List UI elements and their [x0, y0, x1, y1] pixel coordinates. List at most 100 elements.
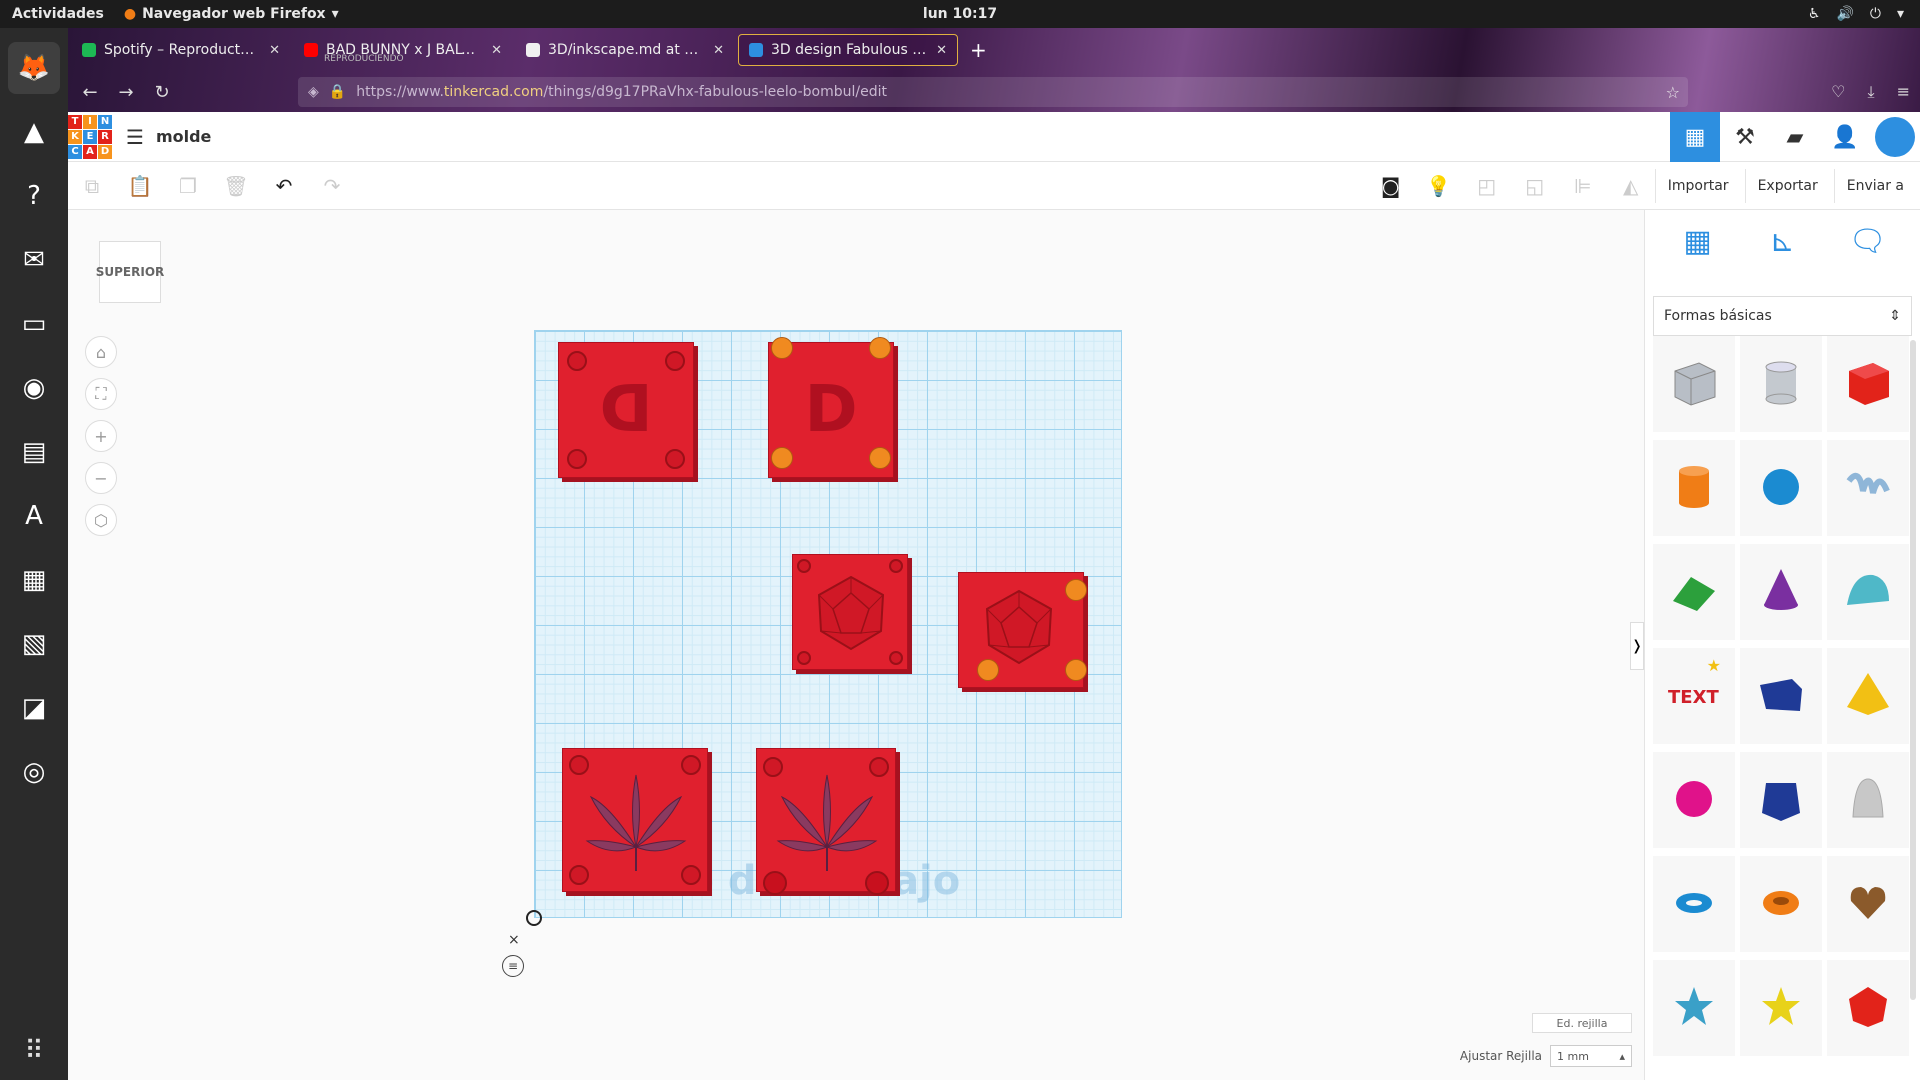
shape-icosahedron[interactable] [1827, 960, 1909, 1056]
add-user-icon[interactable]: 👤 [1820, 112, 1870, 162]
mold-part-dice-holes[interactable] [792, 554, 908, 670]
calculator-icon[interactable]: ▦ [8, 554, 60, 606]
shape-star[interactable] [1653, 960, 1735, 1056]
writer-icon[interactable]: ▤ [8, 426, 60, 478]
browser-tab[interactable]: Spotify – Reproductor w ✕ [72, 34, 290, 66]
help-icon[interactable]: ? [8, 170, 60, 222]
shape-heart[interactable] [1827, 856, 1909, 952]
shape-box-hole[interactable] [1653, 336, 1735, 432]
ruler-tool-icon[interactable]: ⊾ [1758, 224, 1808, 274]
ungroup-icon[interactable]: ◱ [1511, 162, 1559, 210]
mold-part-d-pegs[interactable]: D [768, 337, 894, 478]
image-viewer-icon[interactable]: ◪ [8, 682, 60, 734]
close-tab-icon[interactable]: ✕ [491, 43, 502, 58]
new-tab-icon[interactable]: + [970, 38, 987, 62]
browser-tab[interactable]: 3D design Fabulous Leelo ✕ [738, 34, 958, 66]
forward-icon[interactable]: → [108, 82, 144, 103]
fit-view-icon[interactable]: ⛶ [85, 378, 117, 410]
pocket-icon[interactable]: ♡ [1831, 82, 1845, 102]
close-tab-icon[interactable]: ✕ [269, 43, 280, 58]
shape-polygon[interactable] [1740, 752, 1822, 848]
avatar[interactable] [1875, 117, 1915, 157]
shape-cone[interactable] [1740, 544, 1822, 640]
power-icon[interactable]: ⏻ [1870, 6, 1881, 22]
design-list-icon[interactable]: ☰ [126, 125, 144, 149]
close-icon[interactable]: × [508, 932, 520, 948]
lock-icon[interactable]: 🔒 [329, 84, 346, 100]
export-button[interactable]: Exportar [1744, 169, 1830, 203]
thunderbird-icon[interactable]: ✉ [8, 234, 60, 286]
mirror-icon[interactable]: ◭ [1607, 162, 1655, 210]
zoom-out-icon[interactable]: − [85, 462, 117, 494]
url-bar[interactable]: ◈ 🔒 https://www.tinkercad.com/things/d9g… [298, 77, 1688, 107]
clock[interactable]: lun 10:17 [923, 6, 997, 22]
volume-icon[interactable]: 🔊 [1836, 6, 1853, 22]
shape-half-sphere[interactable] [1653, 752, 1735, 848]
download-icon[interactable]: ⤓ [1868, 82, 1875, 102]
lessons-icon[interactable]: ▰ [1770, 112, 1820, 162]
impress-icon[interactable]: ▧ [8, 618, 60, 670]
system-tray[interactable]: ♿ 🔊 ⏻ ▾ [1808, 6, 1904, 22]
mold-part-leaf-holes[interactable] [562, 748, 708, 892]
activities-button[interactable]: Actividades [12, 6, 104, 22]
import-button[interactable]: Importar [1654, 169, 1741, 203]
software-icon[interactable]: A [8, 490, 60, 542]
shape-sphere[interactable] [1740, 440, 1822, 536]
zoom-in-icon[interactable]: + [85, 420, 117, 452]
paste-icon[interactable]: 📋 [116, 162, 164, 210]
ruler-menu-icon[interactable]: ≡ [502, 955, 524, 977]
show-apps-icon[interactable]: ⠿ [24, 1036, 43, 1066]
workplane-tool-icon[interactable]: ▦ [1673, 224, 1723, 274]
panel-scrollbar[interactable] [1910, 340, 1916, 1000]
firefox-icon[interactable]: 🦊 [8, 42, 60, 94]
bookmark-star-icon[interactable]: ☆ [1666, 83, 1680, 102]
accessibility-icon[interactable]: ♿ [1808, 6, 1821, 22]
browser-tab[interactable]: 3D/inkscape.md at main ✕ [516, 34, 734, 66]
app-menu[interactable]: ● Navegador web Firefox ▾ [124, 6, 339, 22]
shape-scribble[interactable] [1827, 440, 1909, 536]
design-title[interactable]: molde [156, 127, 211, 146]
duplicate-icon[interactable]: ❐ [164, 162, 212, 210]
shape-wedge[interactable] [1740, 648, 1822, 744]
delete-icon[interactable]: 🗑 [212, 162, 260, 210]
redo-icon[interactable]: ↷ [308, 162, 356, 210]
notes-tool-icon[interactable]: 🗨 [1843, 224, 1893, 274]
shape-category-select[interactable]: Formas básicas ⇕ [1653, 296, 1912, 336]
shape-text[interactable]: TEXT ★ [1653, 648, 1735, 744]
chevron-down-icon[interactable]: ▾ [1897, 6, 1904, 22]
viewcube[interactable]: SUPERIOR [96, 241, 164, 303]
edit-grid-button[interactable]: Ed. rejilla [1532, 1013, 1632, 1033]
mold-part-dice-pegs[interactable] [958, 572, 1087, 688]
inkscape-icon[interactable]: ▲ [8, 106, 60, 158]
mold-part-d-holes[interactable]: D [558, 342, 694, 478]
close-tab-icon[interactable]: ✕ [713, 43, 724, 58]
undo-icon[interactable]: ↶ [260, 162, 308, 210]
tinkercad-logo[interactable]: TIN KER CAD [68, 114, 112, 159]
shape-roof[interactable] [1653, 544, 1735, 640]
copy-icon[interactable]: ⧉ [68, 162, 116, 210]
panel-collapse-icon[interactable]: ❭ [1630, 622, 1644, 670]
align-icon[interactable]: ⊫ [1559, 162, 1607, 210]
blender-icon[interactable]: ◎ [8, 746, 60, 798]
notes-icon[interactable]: ◙ [1367, 162, 1415, 210]
shape-cylinder-hole[interactable] [1740, 336, 1822, 432]
shape-round-roof[interactable] [1827, 544, 1909, 640]
tracking-shield-icon[interactable]: ◈ [308, 84, 319, 100]
close-tab-icon[interactable]: ✕ [936, 43, 947, 58]
perspective-icon[interactable]: ⬡ [85, 504, 117, 536]
send-to-button[interactable]: Enviar a [1833, 169, 1916, 203]
light-bulb-icon[interactable]: 💡 [1415, 162, 1463, 210]
workplane-canvas[interactable]: SUPERIOR ⌂ ⛶ + − ⬡ Plano de trabajo D D [68, 210, 1644, 1080]
codeblocks-icon[interactable]: ⚒ [1720, 112, 1770, 162]
shape-torus[interactable] [1653, 856, 1735, 952]
3d-design-view-icon[interactable]: ▦ [1670, 112, 1720, 162]
hamburger-menu-icon[interactable]: ≡ [1897, 82, 1910, 102]
workplane-origin-icon[interactable] [526, 910, 542, 926]
shape-cylinder[interactable] [1653, 440, 1735, 536]
rhythmbox-icon[interactable]: ◉ [8, 362, 60, 414]
back-icon[interactable]: ← [72, 82, 108, 103]
mold-part-leaf-pegs[interactable] [756, 748, 896, 895]
group-icon[interactable]: ◰ [1463, 162, 1511, 210]
files-icon[interactable]: ▭ [8, 298, 60, 350]
shape-box[interactable] [1827, 336, 1909, 432]
